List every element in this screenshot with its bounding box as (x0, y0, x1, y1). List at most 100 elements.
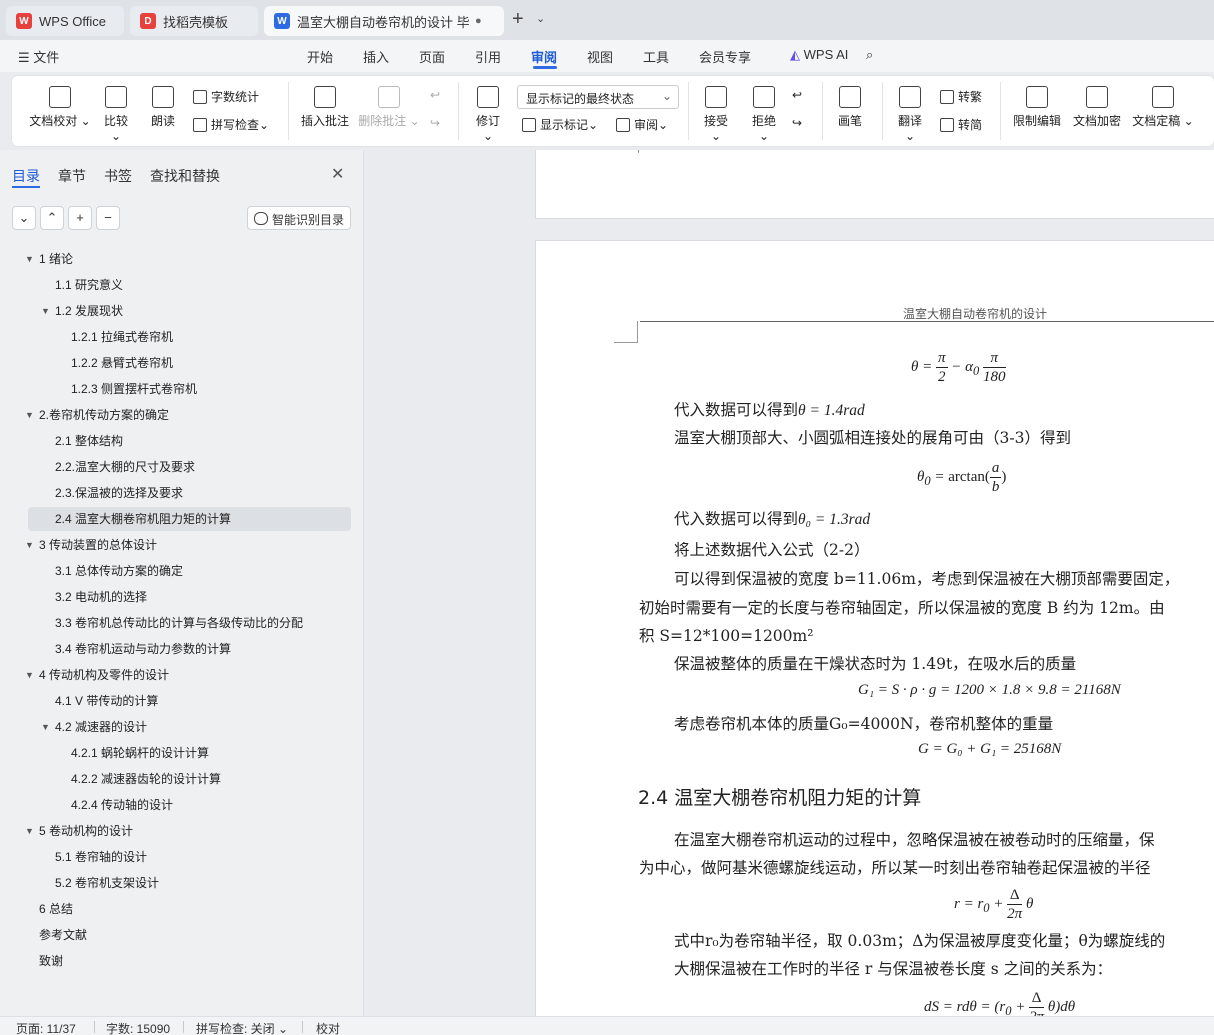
toc-item[interactable]: 3.4 卷帘机运动与动力参数的计算 (55, 638, 231, 660)
toc-item[interactable]: 2.3.保温被的选择及要求 (55, 482, 183, 504)
divider (822, 82, 823, 140)
expand-arrow-icon[interactable]: ▼ (25, 820, 34, 842)
wps-ai-button[interactable]: ◭ WPS AI (790, 47, 848, 63)
menu-item-tools[interactable]: 工具 (643, 47, 669, 66)
proofread-indicator[interactable]: 校对 (316, 1020, 340, 1035)
toc-item[interactable]: 4.2.2 减速器齿轮的设计计算 (71, 768, 221, 790)
spell-check-button[interactable]: 拼写检查 ⌄ (193, 116, 269, 133)
track-changes-button[interactable]: 修订 ⌄ (470, 86, 506, 143)
translate-button[interactable]: 翻译 ⌄ (892, 86, 928, 143)
ink-button[interactable]: 画笔 (834, 86, 866, 129)
tab-label: WPS Office (39, 13, 106, 29)
menu-item-view[interactable]: 视图 (587, 47, 613, 66)
toc-item[interactable]: 3.2 电动机的选择 (55, 586, 147, 608)
section-heading: 2.4 温室大棚卷帘机阻力矩的计算 (638, 787, 922, 809)
toc-item[interactable]: ▼ 3 传动装置的总体设计 (25, 534, 158, 556)
paragraph: 大棚保温被在工作时的半径 r 与保温被卷长度 s 之间的关系为： (674, 960, 1113, 978)
search-icon[interactable]: ⌕ (866, 47, 873, 63)
menu-item-insert[interactable]: 插入 (363, 47, 389, 66)
paragraph: 积 S=12*100=1200m² (639, 627, 814, 645)
toc-item[interactable]: 4.2.1 蜗轮蜗杆的设计计算 (71, 742, 209, 764)
expand-arrow-icon[interactable]: ▼ (25, 534, 34, 556)
to-traditional-button[interactable]: 转繁 (940, 88, 982, 105)
expand-arrow-icon[interactable]: ▼ (25, 404, 34, 426)
tab-toc[interactable]: 目录 (12, 166, 40, 186)
markup-mode-select[interactable]: 显示标记的最终状态 ⌄ (517, 85, 679, 109)
delete-comment-button[interactable]: 删除批注 ⌄ (358, 86, 420, 129)
page-indicator[interactable]: 页面: 11/37 (16, 1020, 76, 1035)
new-tab-icon[interactable]: + (512, 8, 524, 31)
read-aloud-button[interactable]: 朗读 (148, 86, 178, 129)
show-markup-button[interactable]: 显示标记 ⌄ (522, 116, 598, 133)
toc-item[interactable]: 1.2.1 拉绳式卷帘机 (71, 326, 173, 348)
prev-change-icon[interactable]: ↩ (792, 88, 802, 102)
spell-check-indicator[interactable]: 拼写检查: 关闭 ⌄ (196, 1020, 288, 1035)
word-count-icon (193, 89, 207, 104)
toc-item[interactable]: 参考文献 (39, 924, 87, 946)
menu-item-page[interactable]: 页面 (419, 47, 445, 66)
review-pane-button[interactable]: 审阅 ⌄ (616, 116, 668, 133)
close-icon[interactable]: ✕ (331, 164, 344, 184)
expand-arrow-icon[interactable]: ▼ (25, 664, 34, 686)
doc-proofread-button[interactable]: 文档校对 ⌄ (28, 86, 92, 129)
expand-up-button[interactable]: ⌃ (40, 206, 64, 230)
restrict-edit-button[interactable]: 限制编辑 (1012, 86, 1062, 129)
remove-heading-button[interactable]: − (96, 206, 120, 230)
toc-item[interactable]: 1.1 研究意义 (55, 274, 123, 296)
toc-item[interactable]: 3.1 总体传动方案的确定 (55, 560, 183, 582)
toc-item[interactable]: ▼ 5 卷动机构的设计 (25, 820, 133, 842)
docer-logo-icon: D (140, 13, 156, 29)
toc-item[interactable]: 2.1 整体结构 (55, 430, 123, 452)
toc-item[interactable]: 2.4 温室大棚卷帘机阻力矩的计算 (55, 508, 231, 530)
expand-arrow-icon[interactable]: ▼ (41, 300, 50, 322)
toc-item[interactable]: 致谢 (39, 950, 63, 972)
encrypt-button[interactable]: 文档加密 (1072, 86, 1122, 129)
add-heading-button[interactable]: + (68, 206, 92, 230)
toc-item[interactable]: 4.2.4 传动轴的设计 (71, 794, 173, 816)
toc-item[interactable]: ▼ 1.2 发展现状 (41, 300, 123, 322)
tab-find-replace[interactable]: 查找和替换 (150, 166, 220, 186)
toc-item[interactable]: 4.1 V 带传动的计算 (55, 690, 158, 712)
accept-button[interactable]: 接受 ⌄ (698, 86, 734, 143)
next-comment-icon[interactable]: ↪ (430, 116, 440, 130)
menu-item-reference[interactable]: 引用 (475, 47, 501, 66)
toc-item[interactable]: 1.2.3 侧置摆杆式卷帘机 (71, 378, 197, 400)
toc-item[interactable]: ▼ 2.卷帘机传动方案的确定 (25, 404, 169, 426)
toc-item[interactable]: 2.2.温室大棚的尺寸及要求 (55, 456, 195, 478)
insert-comment-button[interactable]: 插入批注 (300, 86, 350, 129)
menu-item-review[interactable]: 审阅 (531, 47, 557, 66)
toc-item-label: 4.2 减速器的设计 (55, 720, 148, 734)
word-count-indicator[interactable]: 字数: 15090 (106, 1020, 170, 1035)
toc-item-label: 3 传动装置的总体设计 (39, 538, 158, 552)
to-simplified-button[interactable]: 转简 (940, 116, 982, 133)
chevron-down-icon[interactable]: ⌄ (536, 12, 545, 25)
menu-item-member[interactable]: 会员专享 (699, 47, 751, 66)
smart-toc-button[interactable]: 智能识别目录 (247, 206, 351, 230)
menu-item-start[interactable]: 开始 (307, 47, 333, 66)
toc-item[interactable]: ▼ 4 传动机构及零件的设计 (25, 664, 169, 686)
word-count-button[interactable]: 字数统计 (193, 88, 259, 105)
toc-item[interactable]: 3.3 卷帘机总传动比的计算与各级传动比的分配 (55, 612, 303, 634)
toc-item[interactable]: 5.2 卷帘机支架设计 (55, 872, 159, 894)
toc-item[interactable]: 1.2.2 悬臂式卷帘机 (71, 352, 173, 374)
toc-item[interactable]: 6 总结 (39, 898, 73, 920)
toc-item[interactable]: ▼ 4.2 减速器的设计 (41, 716, 148, 738)
file-menu[interactable]: ☰ 文件 (18, 47, 59, 66)
toc-item[interactable]: 5.1 卷帘轴的设计 (55, 846, 147, 868)
tab-close-icon[interactable]: ● (475, 15, 482, 27)
tab-bookmarks[interactable]: 书签 (104, 166, 132, 186)
expand-arrow-icon[interactable]: ▼ (25, 248, 34, 270)
next-change-icon[interactable]: ↪ (792, 116, 802, 130)
tab-wps-office[interactable]: W WPS Office (6, 6, 124, 36)
prev-comment-icon[interactable]: ↩ (430, 88, 440, 102)
finalize-button[interactable]: 文档定稿 ⌄ (1132, 86, 1194, 129)
tab-document[interactable]: W 温室大棚自动卷帘机的设计 毕 ● (264, 6, 504, 36)
reject-button[interactable]: 拒绝 ⌄ (746, 86, 782, 143)
tab-sections[interactable]: 章节 (58, 166, 86, 186)
expand-arrow-icon[interactable]: ▼ (41, 716, 50, 738)
toc-item[interactable]: ▼ 1 绪论 (25, 248, 73, 270)
toc-item-label: 2.2.温室大棚的尺寸及要求 (55, 460, 196, 474)
tab-docer[interactable]: D 找稻壳模板 (130, 6, 258, 36)
collapse-all-button[interactable]: ⌄ (12, 206, 36, 230)
compare-button[interactable]: 比较 ⌄ (98, 86, 134, 143)
